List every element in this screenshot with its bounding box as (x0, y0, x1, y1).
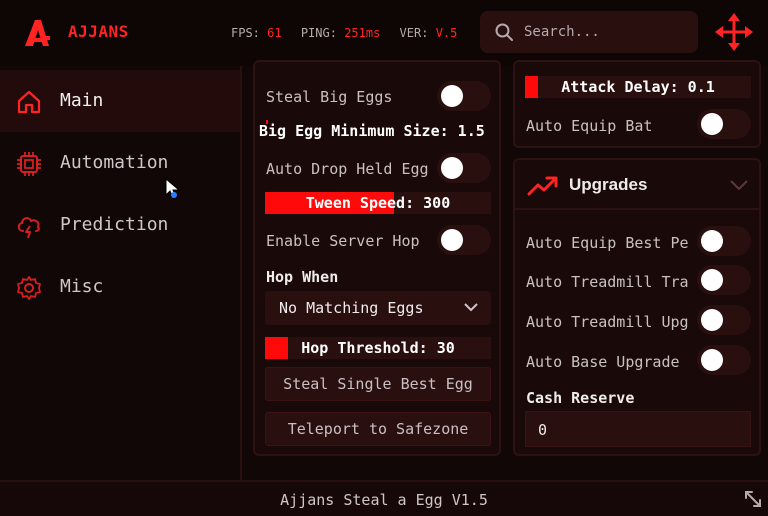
trending-up-icon (527, 176, 558, 196)
slider-label: Hop Threshold: 30 (301, 339, 455, 357)
big-egg-min-size-slider[interactable]: Big Egg Minimum Size: 1.5 (255, 120, 499, 142)
enable-server-hop-toggle[interactable] (437, 225, 491, 255)
ping-label: PING: (300, 26, 337, 40)
mouse-cursor-icon (165, 178, 181, 199)
resize-icon[interactable] (744, 490, 762, 508)
stats-bar: FPS: 61 PING: 251ms VER: V.5 (231, 26, 469, 40)
auto-treadmill-train-toggle[interactable] (697, 265, 751, 295)
chip-icon (17, 152, 41, 176)
section-title: Upgrades (569, 175, 648, 194)
cloud-lightning-icon (17, 217, 40, 239)
cash-reserve-box[interactable] (525, 411, 751, 447)
toggle-knob (441, 229, 463, 251)
sidebar-item-label: Main (60, 90, 104, 111)
sidebar-item-main[interactable]: Main (0, 70, 240, 132)
search-box[interactable] (480, 11, 698, 53)
move-icon[interactable] (714, 12, 754, 52)
sidebar-item-label: Misc (60, 276, 104, 297)
header: AJJANS FPS: 61 PING: 251ms VER: V.5 (0, 0, 768, 66)
auto-treadmill-upgrade-toggle[interactable] (697, 305, 751, 335)
brand-title: AJJANS (68, 22, 129, 41)
footer: Ajjans Steal a Egg V1.5 (0, 480, 768, 516)
tween-speed-slider[interactable]: Tween Speed: 300 (265, 192, 491, 214)
hop-when-dropdown[interactable]: No Matching Eggs (265, 291, 491, 325)
toggle-knob (441, 85, 463, 107)
dropdown-selected-value: No Matching Eggs (279, 299, 424, 317)
search-icon (495, 23, 513, 41)
toggle-knob (701, 113, 723, 135)
auto-base-upgrade-toggle[interactable] (697, 345, 751, 375)
auto-equip-best-pet-label: Auto Equip Best Pe (526, 234, 689, 252)
sidebar-item-label: Prediction (60, 214, 169, 235)
toggle-knob (701, 309, 723, 331)
auto-treadmill-upgrade-label: Auto Treadmill Upg (526, 313, 689, 331)
ping-value: 251ms (344, 26, 381, 40)
cash-reserve-label: Cash Reserve (526, 389, 635, 407)
teleport-to-safezone-button[interactable]: Teleport to Safezone (265, 412, 491, 446)
a-logo-icon (25, 20, 50, 46)
attack-delay-slider[interactable]: Attack Delay: 0.1 (525, 76, 751, 98)
version-value: V.5 (435, 26, 458, 40)
slider-label: Big Egg Minimum Size: 1.5 (259, 122, 485, 140)
hop-threshold-slider[interactable]: Hop Threshold: 30 (265, 337, 491, 359)
auto-treadmill-train-label: Auto Treadmill Tra (526, 273, 689, 291)
auto-equip-bat-label: Auto Equip Bat (526, 117, 653, 135)
upgrades-header[interactable]: Upgrades (515, 160, 759, 210)
sidebar-divider (240, 66, 242, 480)
auto-drop-held-egg-toggle[interactable] (437, 153, 491, 183)
cash-reserve-input[interactable] (538, 421, 738, 439)
home-icon (17, 90, 41, 114)
fps-value: 61 (267, 26, 282, 40)
fps-label: FPS: (231, 26, 260, 40)
sidebar-item-automation[interactable]: Automation (0, 132, 240, 194)
combat-settings-panel: Attack Delay: 0.1 Auto Equip Bat (513, 60, 761, 148)
sidebar-item-prediction[interactable]: Prediction (0, 194, 240, 256)
chevron-down-icon (464, 303, 478, 312)
toggle-knob (441, 157, 463, 179)
auto-equip-best-pet-toggle[interactable] (697, 226, 751, 256)
auto-equip-bat-toggle[interactable] (697, 109, 751, 139)
chevron-down-icon (730, 180, 748, 191)
toggle-knob (701, 349, 723, 371)
hop-when-label: Hop When (266, 268, 339, 286)
toggle-knob (701, 230, 723, 252)
main-settings-panel: Steal Big Eggs Big Egg Minimum Size: 1.5… (253, 60, 501, 456)
search-input[interactable] (524, 21, 684, 43)
slider-label: Tween Speed: 300 (305, 194, 451, 212)
steal-single-best-egg-button[interactable]: Steal Single Best Egg (265, 367, 491, 401)
footer-title: Ajjans Steal a Egg V1.5 (280, 491, 488, 509)
enable-server-hop-label: Enable Server Hop (266, 232, 420, 250)
steal-big-eggs-label: Steal Big Eggs (266, 88, 393, 106)
slider-label: Attack Delay: 0.1 (561, 78, 715, 96)
sidebar-item-misc[interactable]: Misc (0, 256, 240, 318)
steal-big-eggs-toggle[interactable] (437, 81, 491, 111)
upgrades-panel: Upgrades Auto Equip Best Pe Auto Treadmi… (513, 158, 761, 456)
auto-base-upgrade-label: Auto Base Upgrade (526, 353, 680, 371)
sidebar: Main Automation Prediction Misc (0, 66, 240, 480)
version-label: VER: (399, 26, 429, 40)
gear-icon (17, 276, 41, 300)
auto-drop-held-egg-label: Auto Drop Held Egg (266, 160, 429, 178)
toggle-knob (701, 269, 723, 291)
sidebar-item-label: Automation (60, 152, 169, 173)
app-window: AJJANS FPS: 61 PING: 251ms VER: V.5 Sear… (0, 0, 768, 516)
